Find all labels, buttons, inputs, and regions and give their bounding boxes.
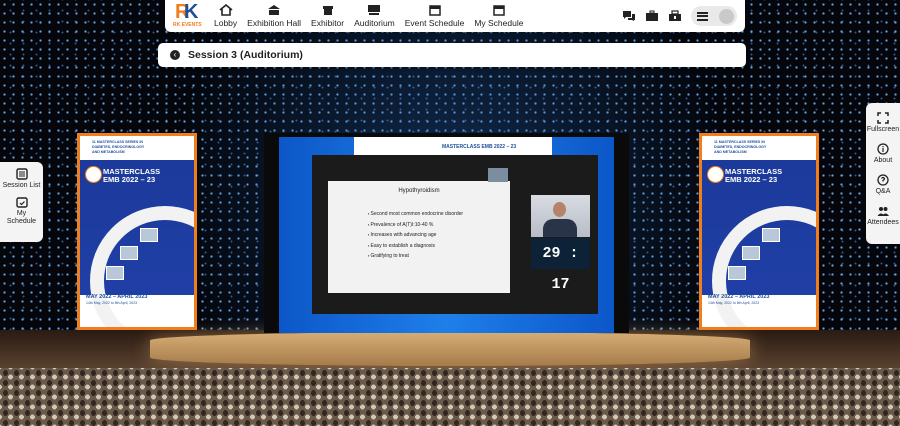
nav-label: Lobby [214, 18, 238, 28]
nav-item-my-schedule[interactable]: My Schedule [469, 0, 528, 32]
slide-bullet: Prevalence of A(T)I:10-40 % [368, 220, 463, 231]
audience-seating [0, 368, 900, 426]
rk-events-logo[interactable]: R K RK EVENTS [171, 1, 205, 31]
banner-logo [707, 166, 724, 183]
tab-fullscreen[interactable]: Fullscreen [866, 112, 900, 134]
calendar-icon [15, 197, 28, 208]
nav-label: My Schedule [474, 18, 524, 28]
banner-photo [140, 228, 158, 242]
top-navigation: R K RK EVENTS Lobby Exhibition Hall Exhi… [165, 0, 745, 32]
tab-qa[interactable]: Q&A [866, 174, 900, 196]
avatar [719, 8, 734, 24]
participant-thumbnail [488, 168, 508, 182]
auditorium-icon [368, 5, 381, 15]
nav-label: Exhibitor [311, 18, 345, 28]
banner-header-text: 11 MASTERCLASS SERIES IN DIABETES, ENDOC… [714, 140, 767, 154]
banner-title-line2: EMB 2022 – 23 [725, 175, 778, 184]
right-side-tabs: Fullscreen About Q&A Attendees [866, 103, 900, 244]
left-event-banner: 11 MASTERCLASS SERIES IN DIABETES, ENDOC… [77, 133, 197, 330]
session-header-bar: ‹ Session 3 (Auditorium) [158, 43, 746, 67]
nav-label: Auditorium [354, 18, 395, 28]
countdown-timer: 29 : 17 [531, 238, 590, 293]
screen-header-title: MASTERCLASS EMB 2022 – 23 [442, 144, 517, 150]
logo-subtext: RK EVENTS [173, 22, 202, 28]
speaker-body [543, 219, 577, 237]
banner-dates-sub: 14th May, 2022 to 8th April, 2023 [86, 301, 138, 305]
banner-title-line2: EMB 2022 – 23 [103, 175, 156, 184]
banner-dates: MAY 2022 – APRIL 2023 [86, 294, 148, 300]
slide-title: Hypothyroidism [398, 188, 440, 194]
tab-label: About [873, 157, 893, 164]
banner-dates-sub: 14th May, 2022 to 8th April, 2023 [708, 301, 760, 305]
calendar-icon [493, 5, 505, 16]
exhibitor-icon [322, 6, 333, 15]
list-icon [15, 168, 28, 180]
banner-photo [106, 266, 124, 280]
speaker-head [553, 202, 566, 217]
tab-label: My Schedule [6, 210, 37, 225]
presentation-slide: Hypothyroidism Second most common endocr… [328, 181, 510, 293]
home-icon [219, 4, 233, 16]
nav-item-exhibition-hall[interactable]: Exhibition Hall [242, 0, 306, 32]
nav-item-lobby[interactable]: Lobby [209, 0, 242, 32]
banner-title: MASTERCLASS EMB 2022 – 23 [725, 168, 782, 184]
speaker-video [531, 195, 590, 237]
tab-attendees[interactable]: Attendees [866, 205, 900, 227]
back-arrow-icon[interactable]: ‹ [170, 50, 180, 60]
fullscreen-icon [877, 112, 889, 124]
logo-mark-k: K [184, 1, 199, 23]
nav-item-auditorium[interactable]: Auditorium [349, 0, 400, 32]
menu-icon [697, 11, 708, 21]
qa-icon [877, 174, 889, 186]
banner-header-text: 11 MASTERCLASS SERIES IN DIABETES, ENDOC… [92, 140, 145, 154]
left-side-tabs: Session List My Schedule [0, 162, 43, 242]
nav-label: Exhibition Hall [247, 18, 302, 28]
banner-photo [762, 228, 780, 242]
screen-header: MASTERCLASS EMB 2022 – 23 [354, 137, 552, 157]
toolkit-icon[interactable] [668, 10, 682, 22]
tab-about[interactable]: About [866, 143, 900, 165]
slide-bullets: Second most common endocrine disorder Pr… [368, 209, 464, 262]
stage [150, 332, 750, 366]
banner-logo [85, 166, 102, 183]
info-icon [877, 143, 889, 155]
exhibition-hall-icon [268, 5, 281, 15]
banner-photo [728, 266, 746, 280]
banner-title: MASTERCLASS EMB 2022 – 23 [103, 168, 160, 184]
banner-photo [742, 246, 760, 260]
slide-bullet: Gratifying to treat [368, 251, 463, 262]
slide-bullet: Second most common endocrine disorder [368, 209, 464, 220]
briefcase-icon[interactable] [645, 10, 659, 22]
tab-label: Fullscreen [866, 126, 900, 133]
tab-label: Session List [2, 182, 41, 189]
session-title: Session 3 (Auditorium) [188, 49, 303, 61]
menu-button[interactable] [691, 6, 737, 26]
slide-bullet: Increases with advancing age [368, 230, 463, 241]
nav-right-actions [622, 6, 745, 26]
chat-icon[interactable] [622, 10, 636, 22]
tab-label: Attendees [867, 219, 899, 226]
banner-dates: MAY 2022 – APRIL 2023 [708, 294, 770, 300]
calendar-icon [428, 5, 441, 16]
nav-item-exhibitor[interactable]: Exhibitor [306, 0, 349, 32]
right-event-banner: 11 MASTERCLASS SERIES IN DIABETES, ENDOC… [699, 133, 819, 330]
tab-label: Q&A [875, 188, 891, 195]
slide-bullet: Easy to establish a diagnosis [368, 241, 463, 252]
nav-item-event-schedule[interactable]: Event Schedule [400, 0, 470, 32]
banner-photo [120, 246, 138, 260]
nav-label: Event Schedule [404, 18, 465, 28]
nav-items: Lobby Exhibition Hall Exhibitor Auditori… [209, 0, 528, 32]
attendees-icon [877, 207, 889, 216]
tab-session-list[interactable]: Session List [0, 168, 43, 190]
tab-my-schedule[interactable]: My Schedule [0, 196, 43, 226]
